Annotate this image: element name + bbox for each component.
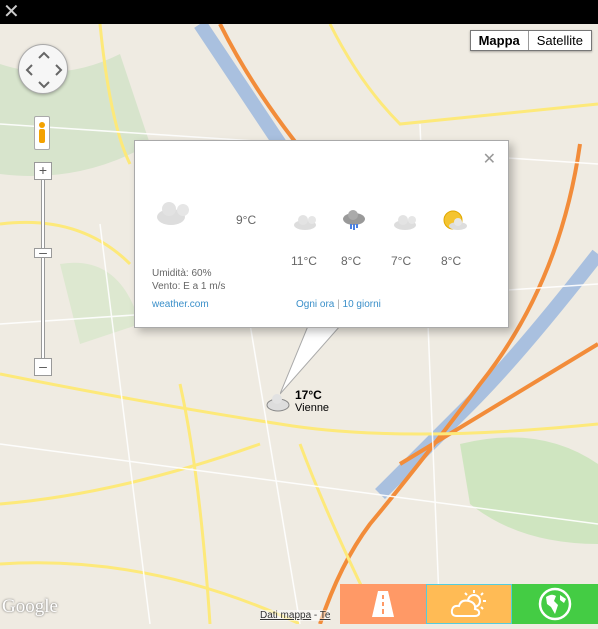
weather-popup: ✕ 9°C 11°C 8°C 7°C 8°C Umidità: 60% Vent… — [134, 140, 509, 328]
traffic-button[interactable] — [340, 584, 426, 624]
partly-cloudy-icon — [394, 215, 416, 230]
marker-city: Vienne — [295, 402, 330, 414]
zoom-control: + – – — [34, 162, 52, 376]
forecast-temp: 7°C — [391, 254, 412, 268]
rain-icon — [343, 210, 365, 230]
marker-temp: 17°C — [295, 388, 322, 402]
popup-pointer — [280, 326, 341, 395]
zoom-out-button[interactable]: – — [34, 358, 52, 376]
forecast-temp: 8°C — [341, 254, 362, 268]
separator: | — [337, 299, 340, 310]
map-attribution: Dati mappa - Te — [260, 610, 331, 621]
google-logo: Google — [2, 596, 58, 617]
map-type-mappa-button[interactable]: Mappa — [471, 31, 529, 50]
road-icon — [372, 591, 394, 617]
zoom-slider-handle[interactable]: – — [34, 245, 52, 259]
weather-button[interactable] — [426, 584, 512, 624]
arrows-icon — [25, 51, 63, 89]
globe-icon — [538, 587, 572, 621]
map-type-satellite-button[interactable]: Satellite — [529, 31, 591, 50]
earth-button[interactable] — [512, 584, 598, 624]
forecast-temp: 11°C — [291, 254, 317, 268]
partly-cloudy-icon — [294, 215, 316, 230]
title-bar: ✕ — [0, 0, 598, 24]
close-icon[interactable]: ✕ — [483, 149, 496, 169]
wind: Vento: E a 1 m/s — [152, 281, 226, 292]
cloudy-icon — [266, 394, 290, 412]
cloudy-icon — [157, 202, 189, 225]
map-type-control: Mappa Satellite — [469, 30, 592, 51]
hourly-link[interactable]: Ogni ora — [296, 299, 334, 310]
terms-link[interactable]: Te — [320, 610, 331, 621]
close-icon[interactable]: ✕ — [3, 2, 20, 22]
ten-day-link[interactable]: 10 giorni — [343, 299, 381, 310]
current-temp: 9°C — [236, 213, 257, 227]
pan-control[interactable] — [18, 44, 68, 94]
zoom-slider-track[interactable] — [41, 178, 45, 364]
forecast-temp: 8°C — [441, 254, 462, 268]
sun-cloud-icon — [443, 210, 467, 230]
sun-cloud-icon — [450, 590, 486, 617]
zoom-in-button[interactable]: + — [34, 162, 52, 180]
map-data-link[interactable]: Dati mappa — [260, 610, 311, 621]
pegman-icon[interactable] — [34, 116, 50, 150]
humidity: Umidità: 60% — [152, 268, 212, 279]
weather-com-link[interactable]: weather.com — [152, 299, 209, 310]
